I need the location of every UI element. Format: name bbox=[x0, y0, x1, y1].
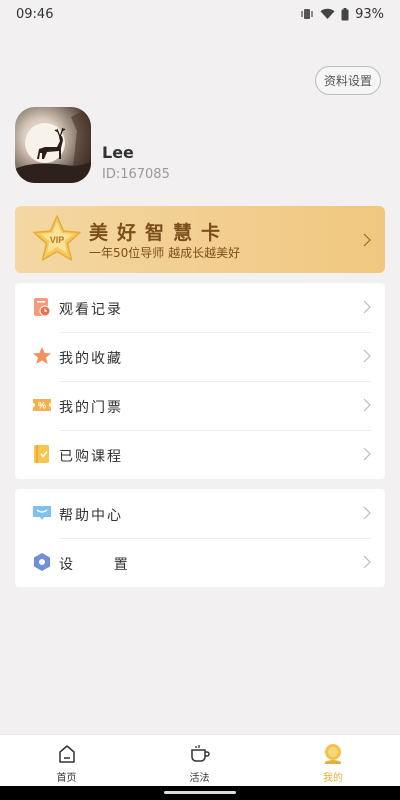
avatar[interactable] bbox=[15, 107, 91, 183]
tab-profile[interactable]: 我的 bbox=[266, 735, 400, 787]
menu-item-label: 设 置 bbox=[59, 557, 130, 573]
settings-icon bbox=[34, 553, 50, 571]
status-bar: 09:46 93% bbox=[0, 0, 400, 28]
course-icon bbox=[34, 445, 49, 463]
cup-icon bbox=[190, 745, 210, 762]
username: Lee bbox=[102, 143, 134, 162]
chevron-right-icon bbox=[363, 506, 371, 520]
menu-item-purchased-courses[interactable]: 已购课程 bbox=[15, 430, 385, 479]
chevron-right-icon bbox=[363, 300, 371, 314]
status-icons: 93% bbox=[300, 7, 384, 22]
tab-label: 首页 bbox=[56, 773, 77, 784]
home-gesture-handle[interactable] bbox=[164, 791, 236, 794]
battery-icon bbox=[341, 7, 349, 21]
vip-star-icon: VIP bbox=[33, 215, 81, 261]
help-icon bbox=[33, 506, 51, 520]
tab-home[interactable]: 首页 bbox=[0, 735, 133, 787]
tab-lifestyle[interactable]: 活法 bbox=[133, 735, 266, 787]
chevron-right-icon bbox=[363, 349, 371, 363]
profile-icon bbox=[325, 744, 341, 764]
chevron-right-icon bbox=[363, 233, 371, 247]
battery-level: 93% bbox=[355, 6, 384, 22]
menu-item-label: 观看记录 bbox=[59, 302, 123, 318]
menu-item-watch-history[interactable]: 观看记录 bbox=[15, 283, 385, 332]
avatar-deer-image bbox=[15, 107, 91, 183]
menu-card-secondary: 帮助中心 设 置 bbox=[15, 489, 385, 587]
vibrate-icon bbox=[300, 8, 314, 20]
menu-item-label: 帮助中心 bbox=[59, 508, 123, 524]
history-icon bbox=[34, 298, 51, 317]
bottom-tab-bar: 首页 活法 我的 bbox=[0, 734, 400, 786]
chevron-right-icon bbox=[363, 398, 371, 412]
menu-item-tickets[interactable]: % 我的门票 bbox=[15, 381, 385, 430]
menu-item-favorites[interactable]: 我的收藏 bbox=[15, 332, 385, 381]
menu-item-label: 已购课程 bbox=[59, 449, 123, 465]
system-navigation-bar bbox=[0, 786, 400, 800]
vip-badge-label: VIP bbox=[50, 235, 65, 245]
menu-item-label: 我的门票 bbox=[59, 400, 123, 416]
menu-item-help-center[interactable]: 帮助中心 bbox=[15, 489, 385, 538]
status-time: 09:46 bbox=[16, 6, 54, 22]
home-icon bbox=[58, 745, 75, 763]
star-icon bbox=[33, 347, 51, 364]
menu-card-primary: 观看记录 我的收藏 % 我的门票 已购课程 bbox=[15, 283, 385, 479]
ticket-icon: % bbox=[33, 399, 51, 411]
vip-subtitle: 一年50位导师 越成长越美好 bbox=[89, 246, 241, 260]
vip-card[interactable]: VIP 美好智慧卡 一年50位导师 越成长越美好 bbox=[15, 206, 385, 273]
tab-label: 我的 bbox=[323, 773, 343, 784]
user-id: ID:167085 bbox=[102, 167, 170, 182]
profile-settings-button[interactable]: 资料设置 bbox=[315, 66, 381, 95]
chevron-right-icon bbox=[363, 447, 371, 461]
wifi-icon bbox=[320, 8, 335, 20]
svg-text:%: % bbox=[38, 401, 46, 411]
menu-item-settings[interactable]: 设 置 bbox=[15, 538, 385, 587]
menu-item-label: 我的收藏 bbox=[59, 351, 123, 367]
chevron-right-icon bbox=[363, 555, 371, 569]
tab-label: 活法 bbox=[189, 773, 210, 784]
vip-title: 美好智慧卡 bbox=[89, 222, 230, 244]
